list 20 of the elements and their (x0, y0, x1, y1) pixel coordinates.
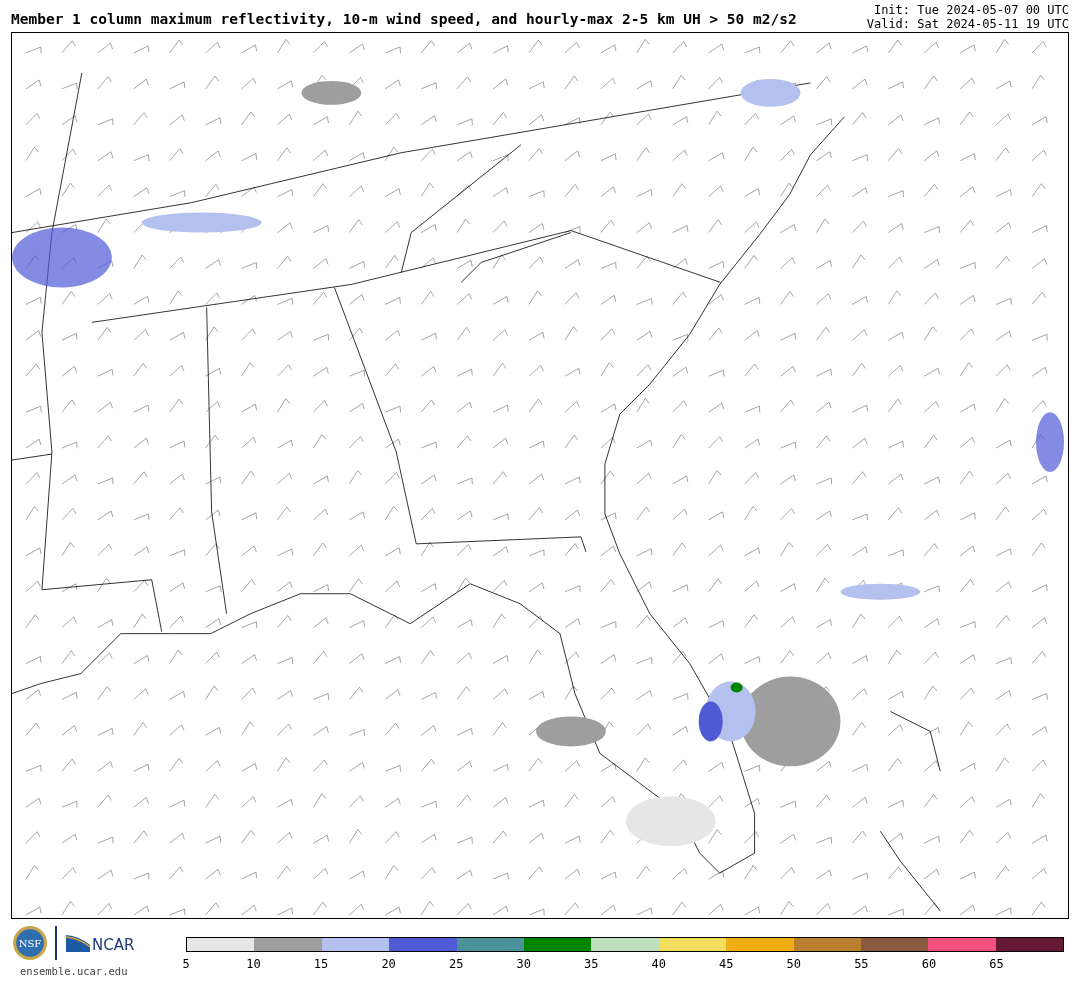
tick-label: 20 (381, 957, 396, 971)
tick-label: 45 (719, 957, 734, 971)
swoosh-icon (65, 933, 91, 953)
tick-label: 15 (313, 957, 329, 971)
init-time: Init: Tue 2024-05-07 00 UTC (872, 3, 1069, 17)
seal-logo: NSF (13, 926, 47, 960)
tick-label: 60 (921, 957, 937, 971)
valid-time: Valid: Sat 2024-05-11 19 UTC (866, 17, 1069, 31)
tick-label: 55 (854, 957, 869, 971)
tick-label: 40 (651, 957, 666, 971)
chart-title: Member 1 column maximum reflectivity, 10-m wind speed, and hourly-max 2-5 km UH > 50 m2/s2 (11, 11, 797, 29)
tick-label: 65 (989, 957, 1004, 971)
tick-label: 30 (516, 957, 531, 971)
tick-label: 50 (786, 957, 802, 971)
tick-label: 25 (448, 957, 464, 971)
org-logo-text: NCAR (92, 937, 135, 953)
site-url: ensemble.ucar.edu (20, 965, 129, 977)
tick-label: 5 (182, 957, 190, 971)
tick-label: 35 (584, 957, 599, 971)
tick-label: 10 (246, 957, 261, 971)
